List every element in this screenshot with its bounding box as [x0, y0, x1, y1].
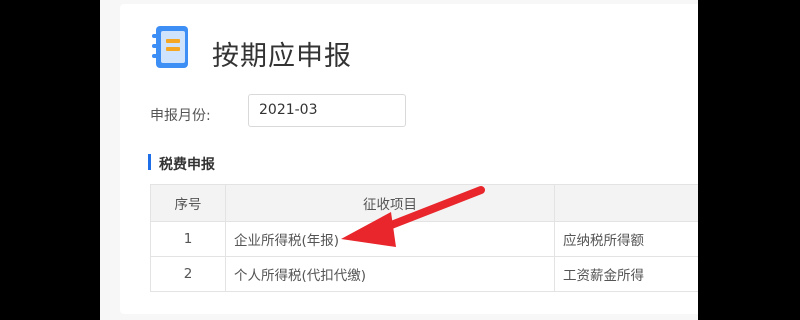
column-header-base — [554, 184, 698, 222]
declaration-panel: 按期应申报 申报月份: 2021-03 税费申报 序号 征收项目 1 企业所得税… — [120, 4, 698, 314]
row-tax-item[interactable]: 企业所得税(年报) — [225, 221, 555, 257]
section-title: 税费申报 — [159, 157, 215, 173]
column-header-number: 序号 — [150, 184, 226, 222]
column-header-item: 征收项目 — [225, 184, 555, 222]
row-number: 1 — [150, 221, 226, 257]
app-screen: 按期应申报 申报月份: 2021-03 税费申报 序号 征收项目 1 企业所得税… — [100, 0, 698, 320]
declaration-month-input[interactable]: 2021-03 — [248, 94, 406, 127]
table-row[interactable]: 1 企业所得税(年报) 应纳税所得额 — [150, 221, 698, 257]
row-number: 2 — [150, 256, 226, 292]
table-header-row: 序号 征收项目 — [150, 184, 698, 222]
table-row[interactable]: 2 个人所得税(代扣代缴) 工资薪金所得 — [150, 256, 698, 292]
declaration-month-label: 申报月份: — [150, 108, 211, 124]
row-tax-base: 工资薪金所得 — [554, 256, 698, 292]
page-title: 按期应申报 — [212, 41, 352, 72]
row-tax-item[interactable]: 个人所得税(代扣代缴) — [225, 256, 555, 292]
notebook-icon — [152, 26, 188, 68]
row-tax-base: 应纳税所得额 — [554, 221, 698, 257]
tax-items-table: 序号 征收项目 1 企业所得税(年报) 应纳税所得额 2 个人所得税(代扣代缴)… — [150, 184, 698, 292]
section-accent-bar — [148, 154, 151, 170]
